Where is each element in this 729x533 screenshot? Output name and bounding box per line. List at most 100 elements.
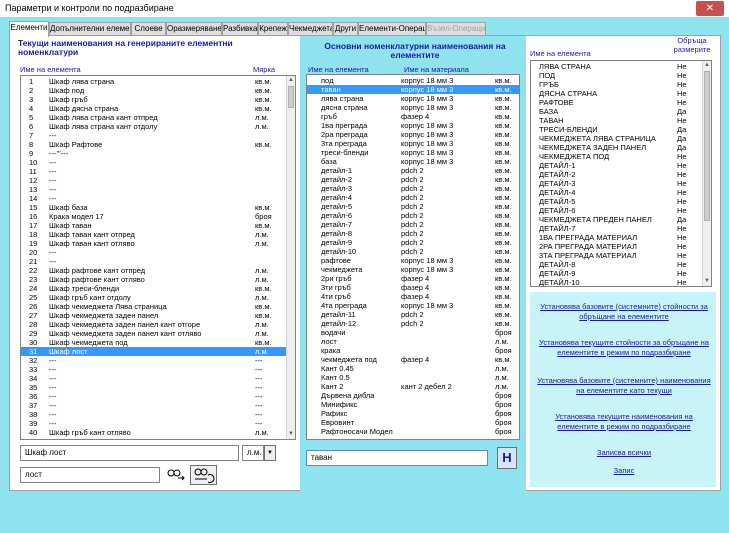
list-item[interactable]: 13 --- (21, 185, 287, 194)
list-item[interactable]: под корпус 18 мм 3 кв.м. (307, 76, 519, 85)
list-item[interactable]: ДЕТАЙЛ-1 Не (531, 161, 703, 170)
list-item[interactable]: ТАВАН Не (531, 116, 703, 125)
list-item[interactable]: детайл-3 pdch 2 кв.м. (307, 184, 519, 193)
list-item[interactable]: 3ТА ПРЕГРАДА МАТЕРИАЛ Не (531, 251, 703, 260)
list-item[interactable]: 35 --- --- (21, 383, 287, 392)
list-item[interactable]: 2ра преграда корпус 18 мм 3 кв.м. (307, 130, 519, 139)
list-item[interactable]: детайл-11 pdch 2 кв.м. (307, 310, 519, 319)
binoculars-undo-icon[interactable] (190, 465, 217, 485)
list-item[interactable]: 2 Шкаф под кв.м. (21, 86, 287, 95)
list-item[interactable]: 38 --- --- (21, 410, 287, 419)
list-item[interactable]: детайл-1 pdch 2 кв.м. (307, 166, 519, 175)
list-item[interactable]: водачи броя (307, 328, 519, 337)
list-item[interactable]: ГРЪБ Не (531, 80, 703, 89)
arrow-down-icon[interactable]: ▼ (703, 277, 711, 286)
list-item[interactable]: гръб фазер 4 кв.м. (307, 112, 519, 121)
save-link[interactable]: Запис (534, 466, 714, 476)
left-scrollbar[interactable]: ▲ ▼ (286, 76, 295, 439)
list-item[interactable]: Минификс броя (307, 400, 519, 409)
right-scrollbar[interactable]: ▲ ▼ (702, 61, 711, 286)
list-item[interactable]: крака броя (307, 346, 519, 355)
list-item[interactable]: 26 Шкаф чекмеджета Лява страница кв.м. (21, 302, 287, 311)
list-item[interactable]: 7 --- (21, 131, 287, 140)
list-item[interactable]: 22 Шкаф рафтове кант отпред л.м. (21, 266, 287, 275)
list-item[interactable]: 21 --- (21, 257, 287, 266)
list-item[interactable]: 14 --- (21, 194, 287, 203)
list-item[interactable]: РАФТОВЕ Не (531, 98, 703, 107)
tab-10[interactable]: Възел-Операции (426, 22, 486, 36)
list-item[interactable]: ЧЕКМЕДЖЕТА ПРЕДЕН ПАНЕЛ Да (531, 215, 703, 224)
list-item[interactable]: Кант 0.5 л.м. (307, 373, 519, 382)
list-item[interactable]: 3та преграда корпус 18 мм 3 кв.м. (307, 139, 519, 148)
list-item[interactable]: детайл-8 pdch 2 кв.м. (307, 229, 519, 238)
list-item[interactable]: ДЕТАЙЛ-8 Не (531, 260, 703, 269)
list-item[interactable]: 34 --- --- (21, 374, 287, 383)
list-item[interactable]: Кант 0.45 л.м. (307, 364, 519, 373)
list-item[interactable]: Рафтоносачи Модел броя (307, 427, 519, 436)
tab-1[interactable]: Елементи (9, 21, 49, 37)
list-item[interactable]: 30 Шкаф чекмеджета под кв.м. (21, 338, 287, 347)
middle-element-list[interactable]: под корпус 18 мм 3 кв.м. таван корпус 18 мм … (306, 74, 520, 440)
list-item[interactable]: 1 Шкаф лява страна кв.м. (21, 77, 287, 86)
list-item[interactable]: лост л.м. (307, 337, 519, 346)
list-item[interactable]: ДЕТАЙЛ-9 Не (531, 269, 703, 278)
tab-5[interactable]: Разбивка (222, 22, 258, 36)
list-item[interactable]: 17 Шкаф таван кв.м. (21, 221, 287, 230)
list-item[interactable]: детайл-5 pdch 2 кв.м. (307, 202, 519, 211)
list-item[interactable]: рафтове корпус 18 мм 3 кв.м. (307, 256, 519, 265)
list-item[interactable]: таван корпус 18 мм 3 кв.м. (307, 85, 519, 94)
list-item[interactable]: 4 Шкаф дясна страна кв.м. (21, 104, 287, 113)
list-item[interactable]: детайл-6 pdch 2 кв.м. (307, 211, 519, 220)
link-current-names[interactable]: Установява текущите наименования на елем… (534, 412, 714, 432)
list-item[interactable]: 40 Шкаф гръб кант отляво л.м. (21, 428, 287, 437)
left-element-list[interactable]: 1 Шкаф лява страна кв.м. 2 Шкаф под кв.м. 3 Шка… (20, 75, 296, 440)
middle-name-input[interactable]: таван (306, 450, 488, 466)
tab-6[interactable]: Крепеж (258, 22, 288, 36)
list-item[interactable]: ДЕТАЙЛ-5 Не (531, 197, 703, 206)
list-item[interactable]: лява страна корпус 18 мм 3 кв.м. (307, 94, 519, 103)
list-item[interactable]: база корпус 18 мм 3 кв.м. (307, 157, 519, 166)
list-item[interactable]: 18 Шкаф таван кант отпред л.м. (21, 230, 287, 239)
list-item[interactable]: 29 Шкаф чекмеджета заден панел кант отляв… (21, 329, 287, 338)
list-item[interactable]: 2РА ПРЕГРАДА МАТЕРИАЛ Не (531, 242, 703, 251)
list-item[interactable]: детайл-4 pdch 2 кв.м. (307, 193, 519, 202)
close-button[interactable]: ✕ (696, 1, 724, 16)
list-item[interactable]: ДЯСНА СТРАНА Не (531, 89, 703, 98)
list-item[interactable]: ТРЕСИ-БЛЕНДИ Да (531, 125, 703, 134)
list-item[interactable]: 3ти гръб фазер 4 кв.м. (307, 283, 519, 292)
list-item[interactable]: 9 ---'''--- (21, 149, 287, 158)
list-item[interactable]: 12 --- (21, 176, 287, 185)
list-item[interactable]: 33 --- --- (21, 365, 287, 374)
list-item[interactable]: ДЕТАЙЛ-3 Не (531, 179, 703, 188)
list-item[interactable]: ЧЕКМЕДЖЕТА ЗАДЕН ПАНЕЛ Да (531, 143, 703, 152)
link-base-flip-values[interactable]: Установява базовите (системните) стойнос… (534, 302, 714, 322)
list-item[interactable]: Кант 2 кант 2 дебел 2 л.м. (307, 382, 519, 391)
link-current-flip-values[interactable]: Установява текущите стойности за обръщан… (534, 338, 714, 358)
list-item[interactable]: 37 --- --- (21, 401, 287, 410)
list-item[interactable]: детайл-12 pdch 2 кв.м. (307, 319, 519, 328)
list-item[interactable]: 28 Шкаф чекмеджета заден панел кант отгор… (21, 320, 287, 329)
list-item[interactable]: ЧЕКМЕДЖЕТА ПОД Не (531, 152, 703, 161)
arrow-up-icon[interactable]: ▲ (703, 61, 711, 70)
link-base-names[interactable]: Установява базовите (системните) наимено… (534, 376, 714, 396)
scroll-thumb[interactable] (288, 86, 294, 108)
list-item[interactable]: ПОД Не (531, 71, 703, 80)
list-item[interactable]: треси-бленди корпус 18 мм 3 кв.м. (307, 148, 519, 157)
list-item[interactable]: чекмеджета под фазер 4 кв.м. (307, 355, 519, 364)
tab-8[interactable]: Други (333, 22, 358, 36)
tab-7[interactable]: Чекмеджета (288, 22, 333, 36)
list-item[interactable]: Рафикс броя (307, 409, 519, 418)
list-item[interactable]: детайл-2 pdch 2 кв.м. (307, 175, 519, 184)
list-item[interactable]: ДЕТАЙЛ-6 Не (531, 206, 703, 215)
list-item[interactable]: ДЕТАЙЛ-4 Не (531, 188, 703, 197)
list-item[interactable]: БАЗА Да (531, 107, 703, 116)
h-button[interactable]: H (497, 447, 517, 469)
list-item[interactable]: ДЕТАЙЛ-7 Не (531, 224, 703, 233)
list-item[interactable]: 10 --- (21, 158, 287, 167)
list-item[interactable]: 1ВА ПРЕГРАДА МАТЕРИАЛ Не (531, 233, 703, 242)
list-item[interactable]: ДЕТАЙЛ-2 Не (531, 170, 703, 179)
arrow-up-icon[interactable]: ▲ (287, 76, 295, 85)
list-item[interactable]: детайл-7 pdch 2 кв.м. (307, 220, 519, 229)
list-item[interactable]: детайл-9 pdch 2 кв.м. (307, 238, 519, 247)
list-item[interactable]: 27 Шкаф чекмеджета заден панел кв.м. (21, 311, 287, 320)
